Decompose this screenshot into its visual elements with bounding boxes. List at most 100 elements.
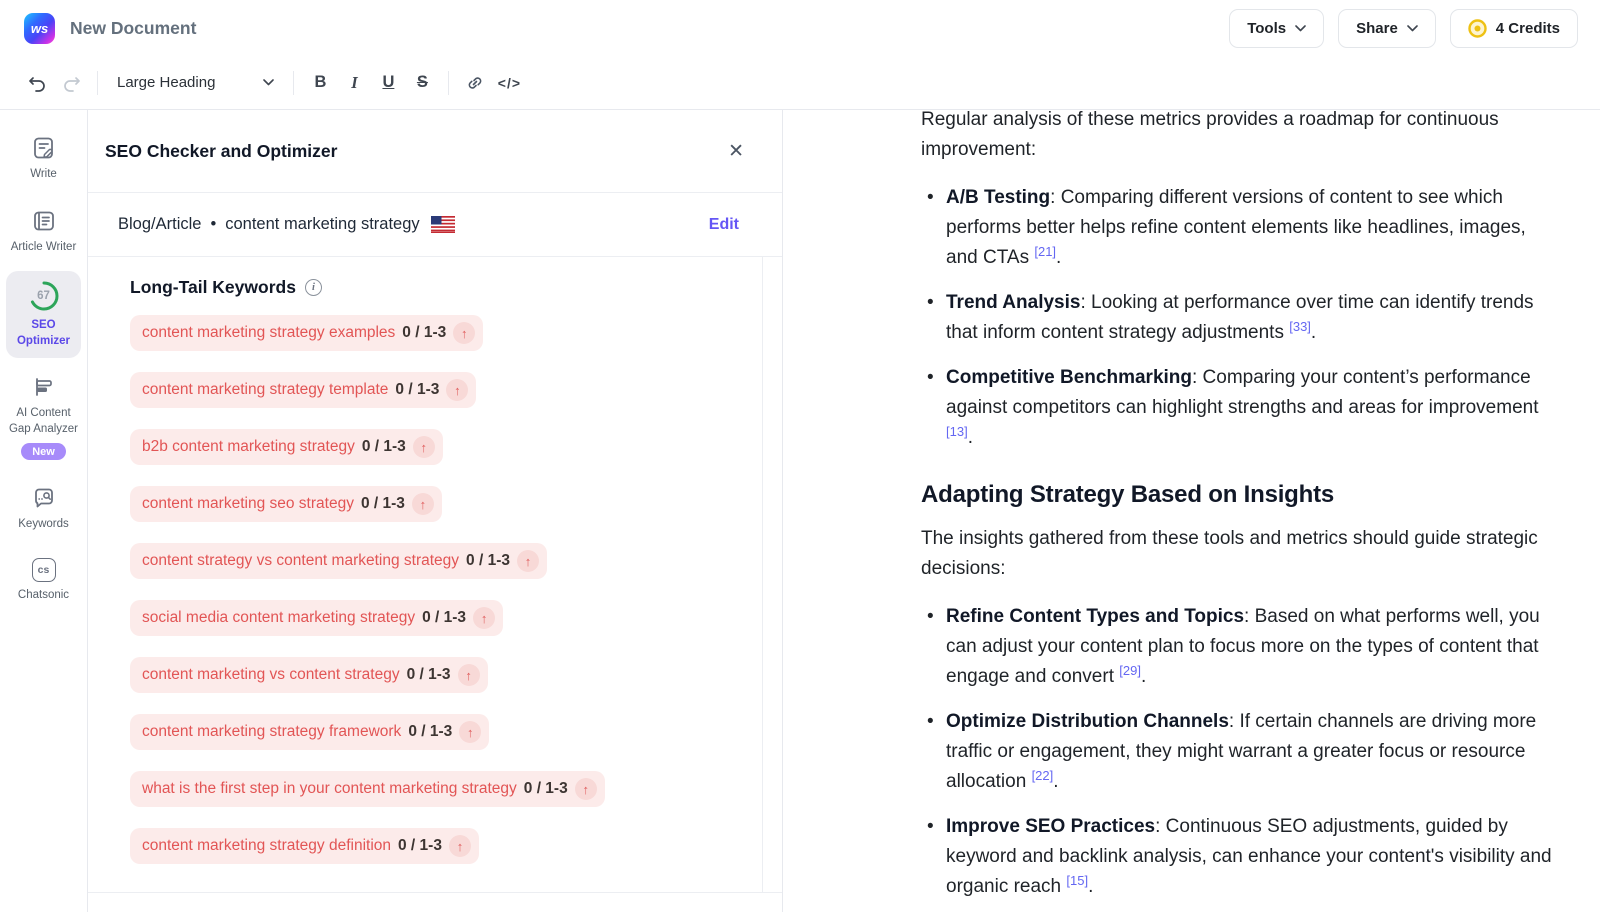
keyword-pill[interactable]: social media content marketing strategy 0… [130,600,503,636]
redo-button[interactable] [54,66,88,100]
keyword-text: content marketing strategy framework [142,723,401,741]
edit-button[interactable]: Edit [709,216,739,234]
new-badge: New [21,443,66,460]
keyword-row: what is the first step in your content m… [130,771,762,807]
sidebar-item-chatsonic[interactable]: cs Chatsonic [6,549,81,613]
citation-link[interactable]: [33] [1289,319,1311,334]
keyword-text: content marketing strategy examples [142,324,395,342]
keyword-count: 0 / 1-3 [466,552,510,570]
arrow-up-icon: ↑ [458,664,480,686]
seo-panel-subheader: Blog/Article • content marketing strateg… [88,193,782,257]
insights-bullet-list: Refine Content Types and Topics: Based o… [921,602,1561,903]
close-icon[interactable]: ✕ [728,142,744,161]
keyword-count: 0 / 1-3 [524,780,568,798]
sidebar-item-label: AI Content Gap Analyzer [8,406,79,437]
long-tail-keywords-header: Long-Tail Keywords i [130,277,762,298]
list-item: Optimize Distribution Channels: If certa… [921,707,1561,798]
sidebar-item-article-writer[interactable]: Article Writer [6,199,81,265]
sidebar-item-write[interactable]: Write [6,126,81,192]
sidebar-item-keywords[interactable]: Keywords [6,476,81,542]
keyword-row: social media content marketing strategy 0… [130,600,762,636]
text-style-dropdown[interactable]: Large Heading [107,74,284,91]
italic-icon: I [351,73,357,93]
undo-button[interactable] [20,66,54,100]
keyword-row: content marketing seo strategy 0 / 1-3 ↑ [130,486,762,522]
credits-button[interactable]: 4 Credits [1450,9,1578,48]
sidebar-item-ai-content-gap-analyzer[interactable]: AI Content Gap Analyzer New [6,365,81,469]
tools-button[interactable]: Tools [1229,9,1324,48]
citation-link[interactable]: [15] [1066,873,1088,888]
keyword-row: content marketing vs content strategy0 /… [130,657,762,693]
seo-target-summary: Blog/Article • content marketing strateg… [118,215,455,234]
undo-icon [28,74,47,92]
arrow-up-icon: ↑ [459,721,481,743]
chevron-down-icon [263,79,274,86]
seo-panel-footer [88,892,782,912]
list-item: Trend Analysis: Looking at performance o… [921,288,1561,349]
underline-button[interactable]: U [371,66,405,100]
keyword-text: social media content marketing strategy [142,609,415,627]
link-button[interactable] [458,66,492,100]
editor-toolbar: Large Heading B I U S </> [0,56,1600,110]
bold-button[interactable]: B [303,66,337,100]
keyword-pill[interactable]: content marketing vs content strategy0 /… [130,657,488,693]
keyword-count: 0 / 1-3 [408,723,452,741]
article-writer-icon [31,208,57,234]
scrollbar-gutter[interactable] [763,257,782,892]
link-icon [465,73,485,93]
keyword-pill[interactable]: content marketing seo strategy 0 / 1-3 ↑ [130,486,442,522]
strikethrough-button[interactable]: S [405,66,439,100]
seo-panel-body: Long-Tail Keywords i content marketing s… [88,257,782,892]
keyword-text: content marketing strategy template [142,381,388,399]
left-sidebar: Write Article Writer 67 SEO Optimizer AI… [0,110,88,912]
keyword-row: content marketing strategy definition0 /… [130,828,762,864]
bold-icon: B [314,73,326,92]
keyword-pill[interactable]: content marketing strategy framework 0 / … [130,714,489,750]
top-bar: ws New Document Tools Share 4 Credits [0,0,1600,56]
keyword-pill[interactable]: what is the first step in your content m… [130,771,605,807]
arrow-up-icon: ↑ [449,835,471,857]
italic-button[interactable]: I [337,66,371,100]
toolbar-divider [448,71,449,95]
citation-link[interactable]: [29] [1119,663,1141,678]
keyword-count: 0 / 1-3 [422,609,466,627]
keyword-pill[interactable]: content marketing strategy examples0 / 1… [130,315,483,351]
seo-checker-panel: SEO Checker and Optimizer ✕ Blog/Article… [88,110,783,912]
doc-type-label: Blog/Article [118,215,201,234]
keywords-scroll-area[interactable]: Long-Tail Keywords i content marketing s… [88,257,763,892]
code-button[interactable]: </> [492,66,526,100]
target-keyword-label: content marketing strategy [225,215,419,234]
document-editor[interactable]: Regular analysis of these metrics provid… [783,110,1600,912]
section-heading: Adapting Strategy Based on Insights [921,480,1561,510]
citation-link[interactable]: [13] [946,424,968,439]
sidebar-item-seo-optimizer[interactable]: 67 SEO Optimizer [6,271,81,358]
keyword-count: 0 / 1-3 [361,495,405,513]
share-button[interactable]: Share [1338,9,1436,48]
keyword-pill[interactable]: b2b content marketing strategy0 / 1-3↑ [130,429,443,465]
keyword-text: content marketing seo strategy [142,495,354,513]
list-item: Refine Content Types and Topics: Based o… [921,602,1561,693]
list-item: Competitive Benchmarking: Comparing your… [921,363,1561,454]
info-icon[interactable]: i [305,279,322,296]
citation-link[interactable]: [22] [1032,768,1054,783]
document-title[interactable]: New Document [70,18,196,39]
toolbar-divider [293,71,294,95]
keyword-pill[interactable]: content strategy vs content marketing st… [130,543,547,579]
keyword-text: what is the first step in your content m… [142,780,517,798]
seo-panel-header: SEO Checker and Optimizer ✕ [88,110,782,193]
tools-label: Tools [1247,20,1286,37]
keyword-row: content marketing strategy framework 0 / … [130,714,762,750]
keyword-count: 0 / 1-3 [407,666,451,684]
keyword-pill[interactable]: content marketing strategy definition0 /… [130,828,479,864]
arrow-up-icon: ↑ [412,493,434,515]
logo-text: ws [31,21,48,36]
chevron-down-icon [1407,25,1418,32]
long-tail-keywords-title: Long-Tail Keywords [130,277,296,298]
keyword-pill[interactable]: content marketing strategy template0 / 1… [130,372,476,408]
credits-label: 4 Credits [1496,20,1560,37]
keyword-count: 0 / 1-3 [398,837,442,855]
keyword-text: b2b content marketing strategy [142,438,355,456]
citation-link[interactable]: [21] [1034,244,1056,259]
sidebar-item-label: Keywords [18,517,69,533]
text-style-value: Large Heading [117,74,215,91]
